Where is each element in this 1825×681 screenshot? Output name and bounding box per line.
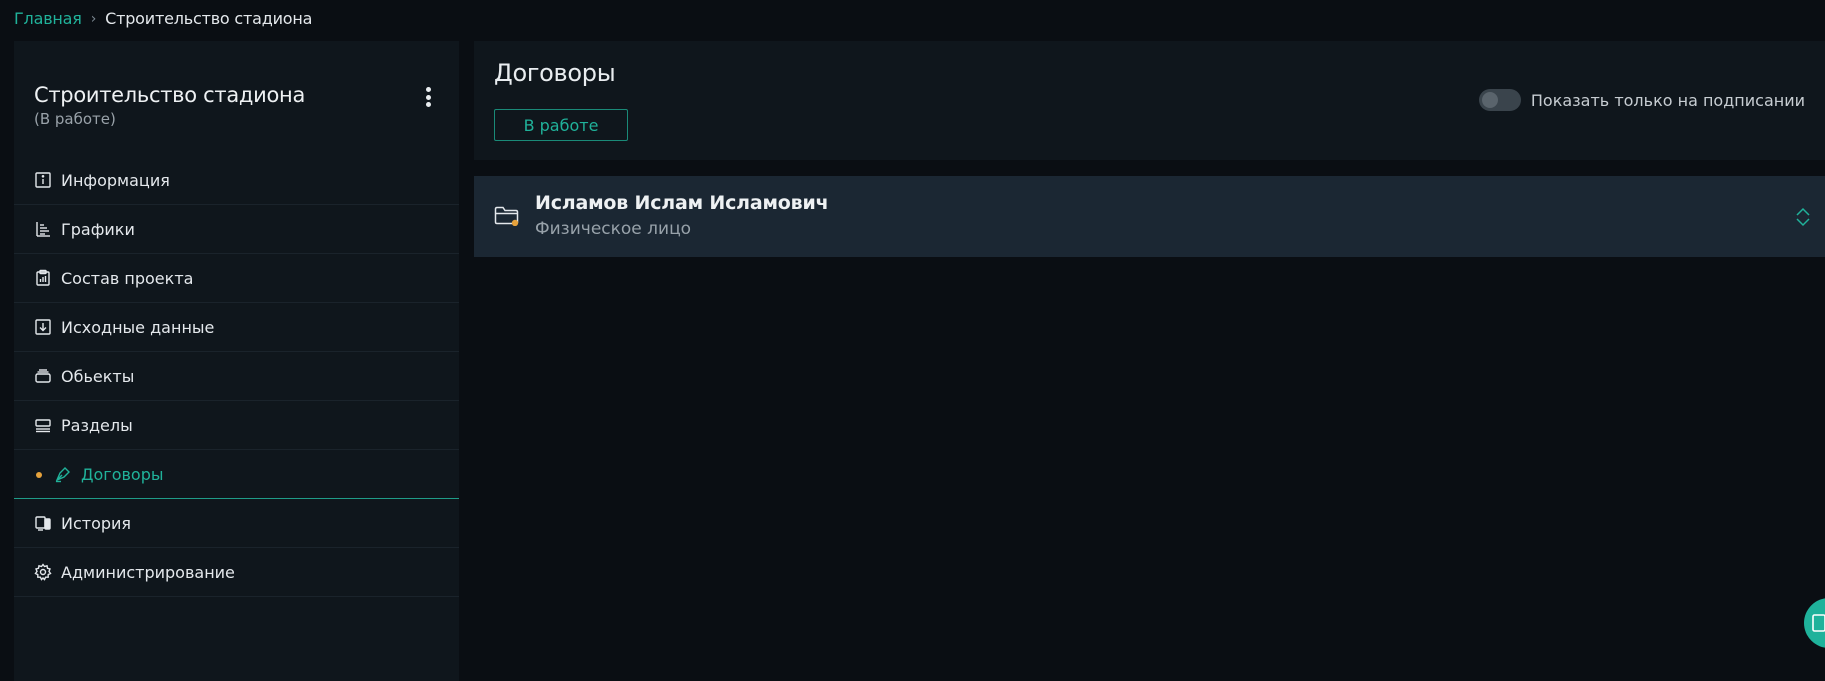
kebab-menu-icon[interactable] (421, 85, 435, 109)
sidebar-item-label: Администрирование (61, 562, 235, 582)
project-status: (В работе) (34, 110, 116, 128)
contracts-header: Договоры В работе Показать только на под… (474, 41, 1825, 160)
sidebar-item-history[interactable]: История (14, 499, 459, 548)
sidebar-item-source-data[interactable]: Исходные данные (14, 303, 459, 352)
sidebar-item-label: Разделы (61, 415, 133, 435)
sidebar-item-contracts[interactable]: Договоры (14, 450, 459, 499)
sidebar-item-objects[interactable]: Обьекты (14, 352, 459, 401)
pen-nib-icon (54, 465, 72, 483)
sidebar: Строительство стадиона (В работе) Информ… (14, 41, 459, 681)
signing-filter: Показать только на подписании (1478, 89, 1805, 111)
sidebar-item-label: Исходные данные (61, 317, 215, 337)
sidebar-item-charts[interactable]: Графики (14, 205, 459, 254)
sidebar-item-administration[interactable]: Администрирование (14, 548, 459, 597)
contract-list-item[interactable]: Исламов Ислам Исламович Физическое лицо (474, 176, 1825, 257)
status-filter-button[interactable]: В работе (494, 109, 628, 141)
download-box-icon (34, 318, 52, 336)
history-devices-icon (34, 514, 52, 532)
sidebar-item-label: Информация (61, 170, 170, 190)
signing-only-toggle[interactable] (1478, 89, 1521, 111)
active-indicator-dot (36, 472, 42, 478)
breadcrumb: Главная › Строительство стадиона (14, 9, 312, 28)
sections-icon (34, 416, 52, 434)
signing-only-toggle-label: Показать только на подписании (1530, 90, 1805, 110)
sidebar-menu: Информация Графики Состав проекта Исходн… (14, 156, 459, 597)
contract-party-type: Физическое лицо (535, 219, 692, 239)
gear-icon (34, 563, 52, 581)
expand-collapse-icon[interactable] (1795, 206, 1811, 228)
project-header: Строительство стадиона (В работе) (14, 41, 459, 156)
sidebar-item-label: Графики (61, 219, 135, 239)
breadcrumb-current: Строительство стадиона (105, 9, 313, 28)
toggle-knob (1481, 92, 1498, 108)
page-title: Договоры (494, 59, 616, 87)
sidebar-item-label: Состав проекта (61, 268, 194, 288)
sidebar-item-label: История (61, 513, 132, 533)
breadcrumb-separator: › (90, 10, 97, 27)
floating-action-button[interactable] (1804, 598, 1825, 648)
sidebar-item-label: Обьекты (61, 366, 135, 386)
chart-tree-icon (34, 220, 52, 238)
layers-icon (34, 367, 52, 385)
folder-icon (494, 206, 519, 226)
project-title: Строительство стадиона (34, 83, 306, 107)
breadcrumb-home-link[interactable]: Главная (14, 9, 82, 28)
clipboard-icon (1812, 614, 1825, 632)
info-icon (34, 171, 52, 189)
sidebar-item-label: Договоры (81, 464, 164, 484)
clipboard-chart-icon (34, 269, 52, 287)
sidebar-item-sections[interactable]: Разделы (14, 401, 459, 450)
sidebar-item-project-composition[interactable]: Состав проекта (14, 254, 459, 303)
contract-party-name: Исламов Ислам Исламович (535, 192, 829, 214)
sidebar-item-info[interactable]: Информация (14, 156, 459, 205)
